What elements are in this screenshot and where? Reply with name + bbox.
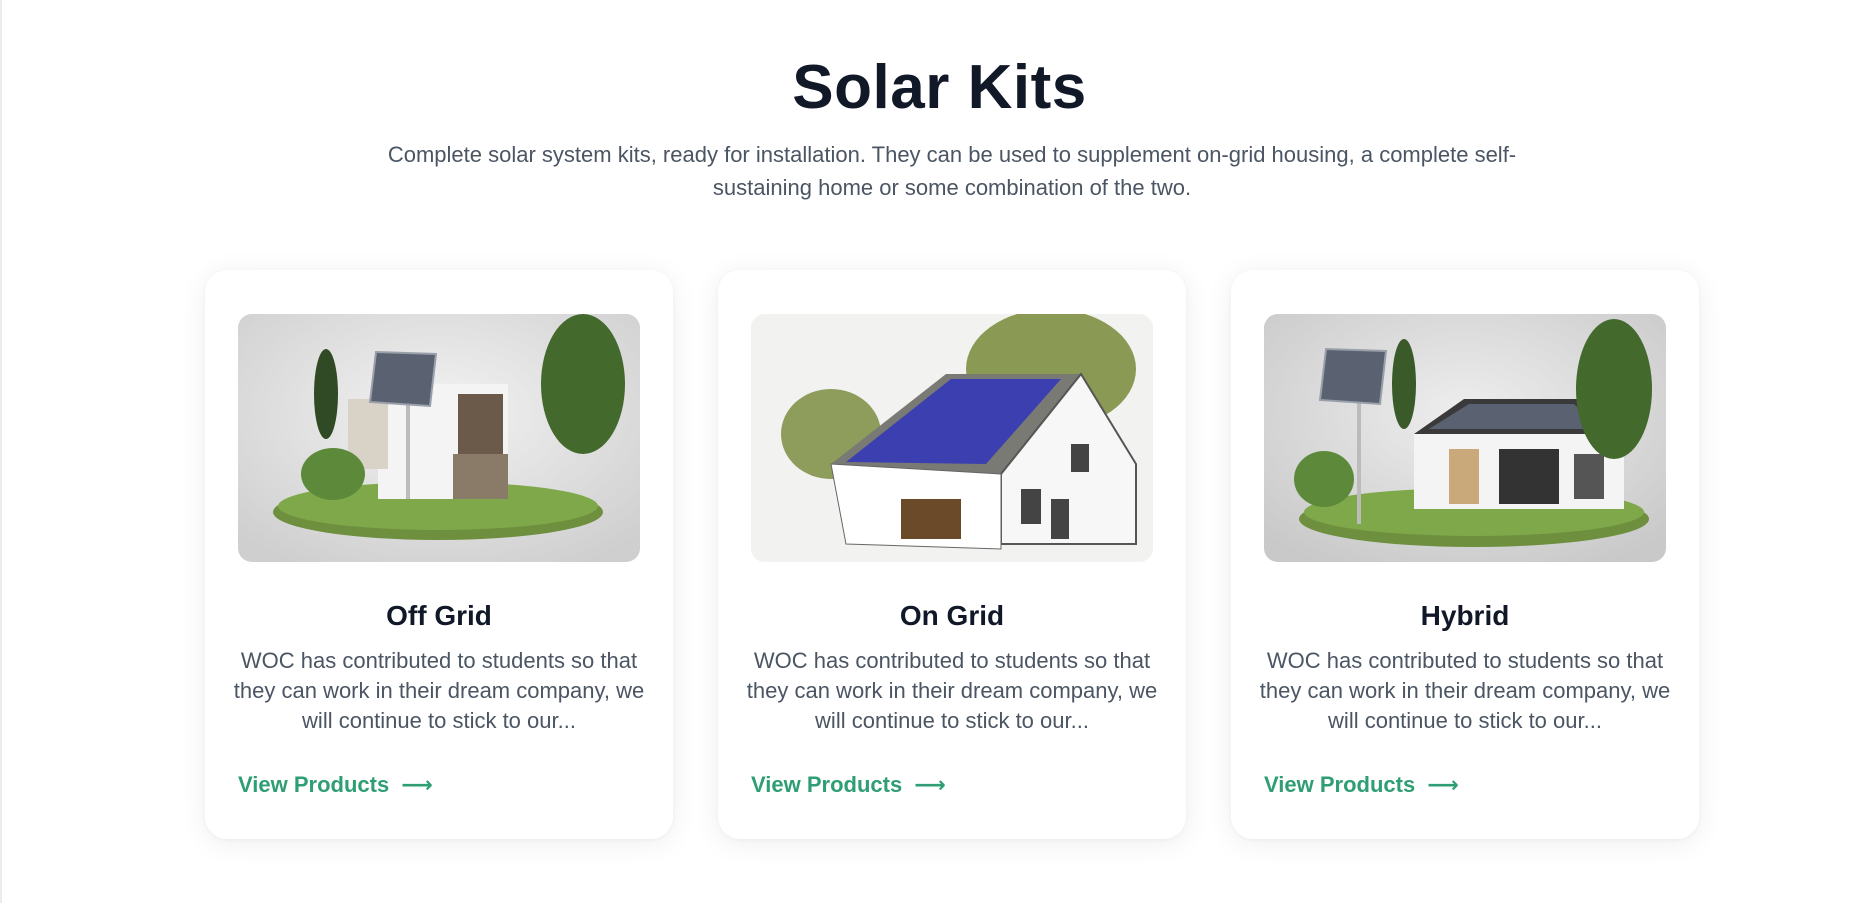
- kit-card-hybrid: Hybrid WOC has contributed to students s…: [1231, 270, 1699, 839]
- section-subtitle: Complete solar system kits, ready for in…: [387, 142, 1517, 200]
- hybrid-house-image: [1264, 314, 1666, 562]
- view-products-label: View Products: [1264, 772, 1416, 797]
- view-products-link[interactable]: View Products ⟶: [238, 772, 433, 798]
- kit-card-off-grid: Off Grid WOC has contributed to students…: [205, 270, 673, 839]
- kit-card-on-grid: On Grid WOC has contributed to students …: [718, 270, 1186, 839]
- page: Solar Kits Complete solar system kits, r…: [0, 0, 1875, 903]
- view-products-link[interactable]: View Products ⟶: [1264, 772, 1459, 798]
- card-description: WOC has contributed to students so that …: [233, 648, 645, 733]
- arrow-right-icon: ⟶: [914, 772, 946, 797]
- card-title: Hybrid: [1420, 600, 1510, 631]
- view-products-label: View Products: [751, 772, 903, 797]
- arrow-right-icon: ⟶: [401, 772, 433, 797]
- card-description: WOC has contributed to students so that …: [746, 648, 1158, 733]
- section-title: Solar Kits: [792, 53, 1087, 122]
- card-title: Off Grid: [386, 600, 492, 631]
- arrow-right-icon: ⟶: [1427, 772, 1459, 797]
- off-grid-house-image: [238, 314, 640, 562]
- view-products-link[interactable]: View Products ⟶: [751, 772, 946, 798]
- view-products-label: View Products: [238, 772, 390, 797]
- card-description: WOC has contributed to students so that …: [1259, 648, 1671, 733]
- on-grid-house-image: [751, 314, 1153, 562]
- card-title: On Grid: [899, 600, 1005, 631]
